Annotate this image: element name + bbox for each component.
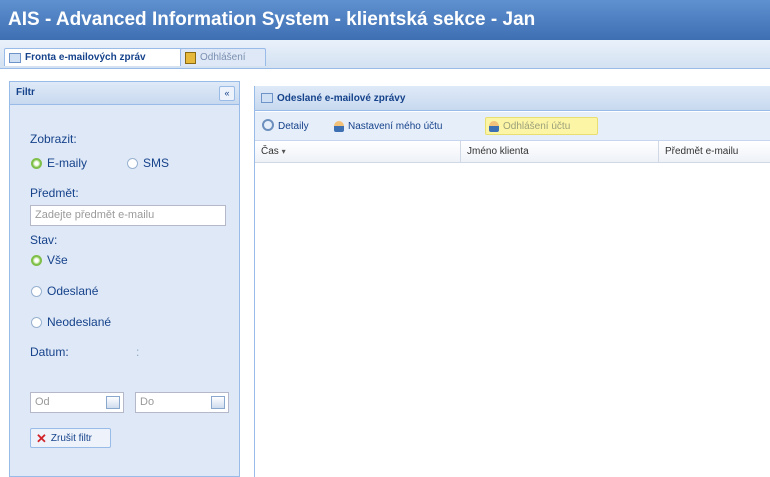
radio-state-unsent-icon[interactable] [31,316,42,328]
calendar-to-icon[interactable] [211,396,225,409]
column-header-time[interactable]: Čas ▾ [255,141,461,162]
logout-account-button[interactable]: Odhlášení účtu [485,117,598,135]
tab-logout[interactable]: Odhlášení [180,48,266,66]
column-header-client-name[interactable]: Jméno klienta [461,141,659,162]
radio-emails[interactable]: E-maily [31,156,87,170]
account-settings-button[interactable]: Nastavení mého účtu [331,117,466,135]
column-header-subject[interactable]: Předmět e-mailu [659,141,770,162]
tab-email-queue-label: Fronta e-mailových zpráv [25,52,146,63]
details-button[interactable]: Detaily [259,117,314,135]
state-label: Stav: [30,233,58,247]
magnifier-icon [262,119,274,131]
grid-header: Čas ▾ Jméno klienta Předmět e-mailu [255,141,770,163]
date-label: Datum: [30,345,69,359]
mail-icon [9,52,21,63]
clear-filter-button[interactable]: ✕ Zrušit filtr [30,428,111,448]
collapse-icon[interactable]: « [219,86,235,101]
account-settings-label: Nastavení mého účtu [348,120,443,132]
sent-messages-panel: Odeslané e-mailové zprávy Detaily Nastav… [254,86,770,477]
radio-state-sent[interactable]: Odeslané [31,284,98,298]
subject-label: Předmět: [30,186,79,200]
radio-state-all-label: Vše [47,253,68,267]
sent-panel-header: Odeslané e-mailové zprávy [255,86,770,111]
column-header-time-label: Čas [261,146,279,157]
show-label: Zobrazit: [30,132,77,146]
radio-emails-label: E-maily [47,156,88,170]
subject-input[interactable]: Zadejte předmět e-mailu [30,205,226,226]
logout-icon [185,51,196,64]
sent-panel-title: Odeslané e-mailové zprávy [277,92,406,104]
radio-state-unsent-label: Neodeslané [47,315,112,329]
radio-sms-icon[interactable] [127,157,138,169]
user-logout-icon [489,120,499,132]
tab-bar: Fronta e-mailových zpráv Odhlášení [0,40,770,69]
radio-state-all-checked-icon[interactable] [31,254,42,266]
clear-x-icon: ✕ [36,430,47,446]
radio-state-sent-label: Odeslané [47,284,99,298]
user-icon [334,120,344,132]
title-bar: AIS - Advanced Information System - klie… [0,0,770,40]
radio-sms[interactable]: SMS [127,156,169,170]
column-header-client-name-label: Jméno klienta [467,146,529,157]
calendar-from-icon[interactable] [106,396,120,409]
radio-state-unsent[interactable]: Neodeslané [31,315,111,329]
radio-emails-checked-icon[interactable] [31,157,42,169]
filter-panel-title: Filtr [16,87,35,98]
radio-state-all[interactable]: Vše [31,253,68,267]
details-label: Detaily [278,120,309,132]
radio-state-sent-icon[interactable] [31,285,42,297]
date-separator: : [136,345,140,359]
filter-panel: Filtr « Zobrazit: E-maily SMS Předmět: Z… [9,81,240,477]
app-title: AIS - Advanced Information System - klie… [8,9,536,30]
tab-email-queue[interactable]: Fronta e-mailových zpráv [4,48,183,66]
filter-panel-header: Filtr « [10,82,239,105]
column-header-subject-label: Předmět e-mailu [665,146,739,157]
mail-icon [261,93,273,103]
logout-account-label: Odhlášení účtu [503,120,571,132]
radio-sms-label: SMS [143,156,170,170]
clear-filter-label: Zrušit filtr [50,432,93,444]
toolbar: Detaily Nastavení mého účtu Odhlášení úč… [255,112,770,141]
tab-logout-label: Odhlášení [200,52,246,63]
sort-arrow-icon[interactable]: ▾ [282,147,286,156]
